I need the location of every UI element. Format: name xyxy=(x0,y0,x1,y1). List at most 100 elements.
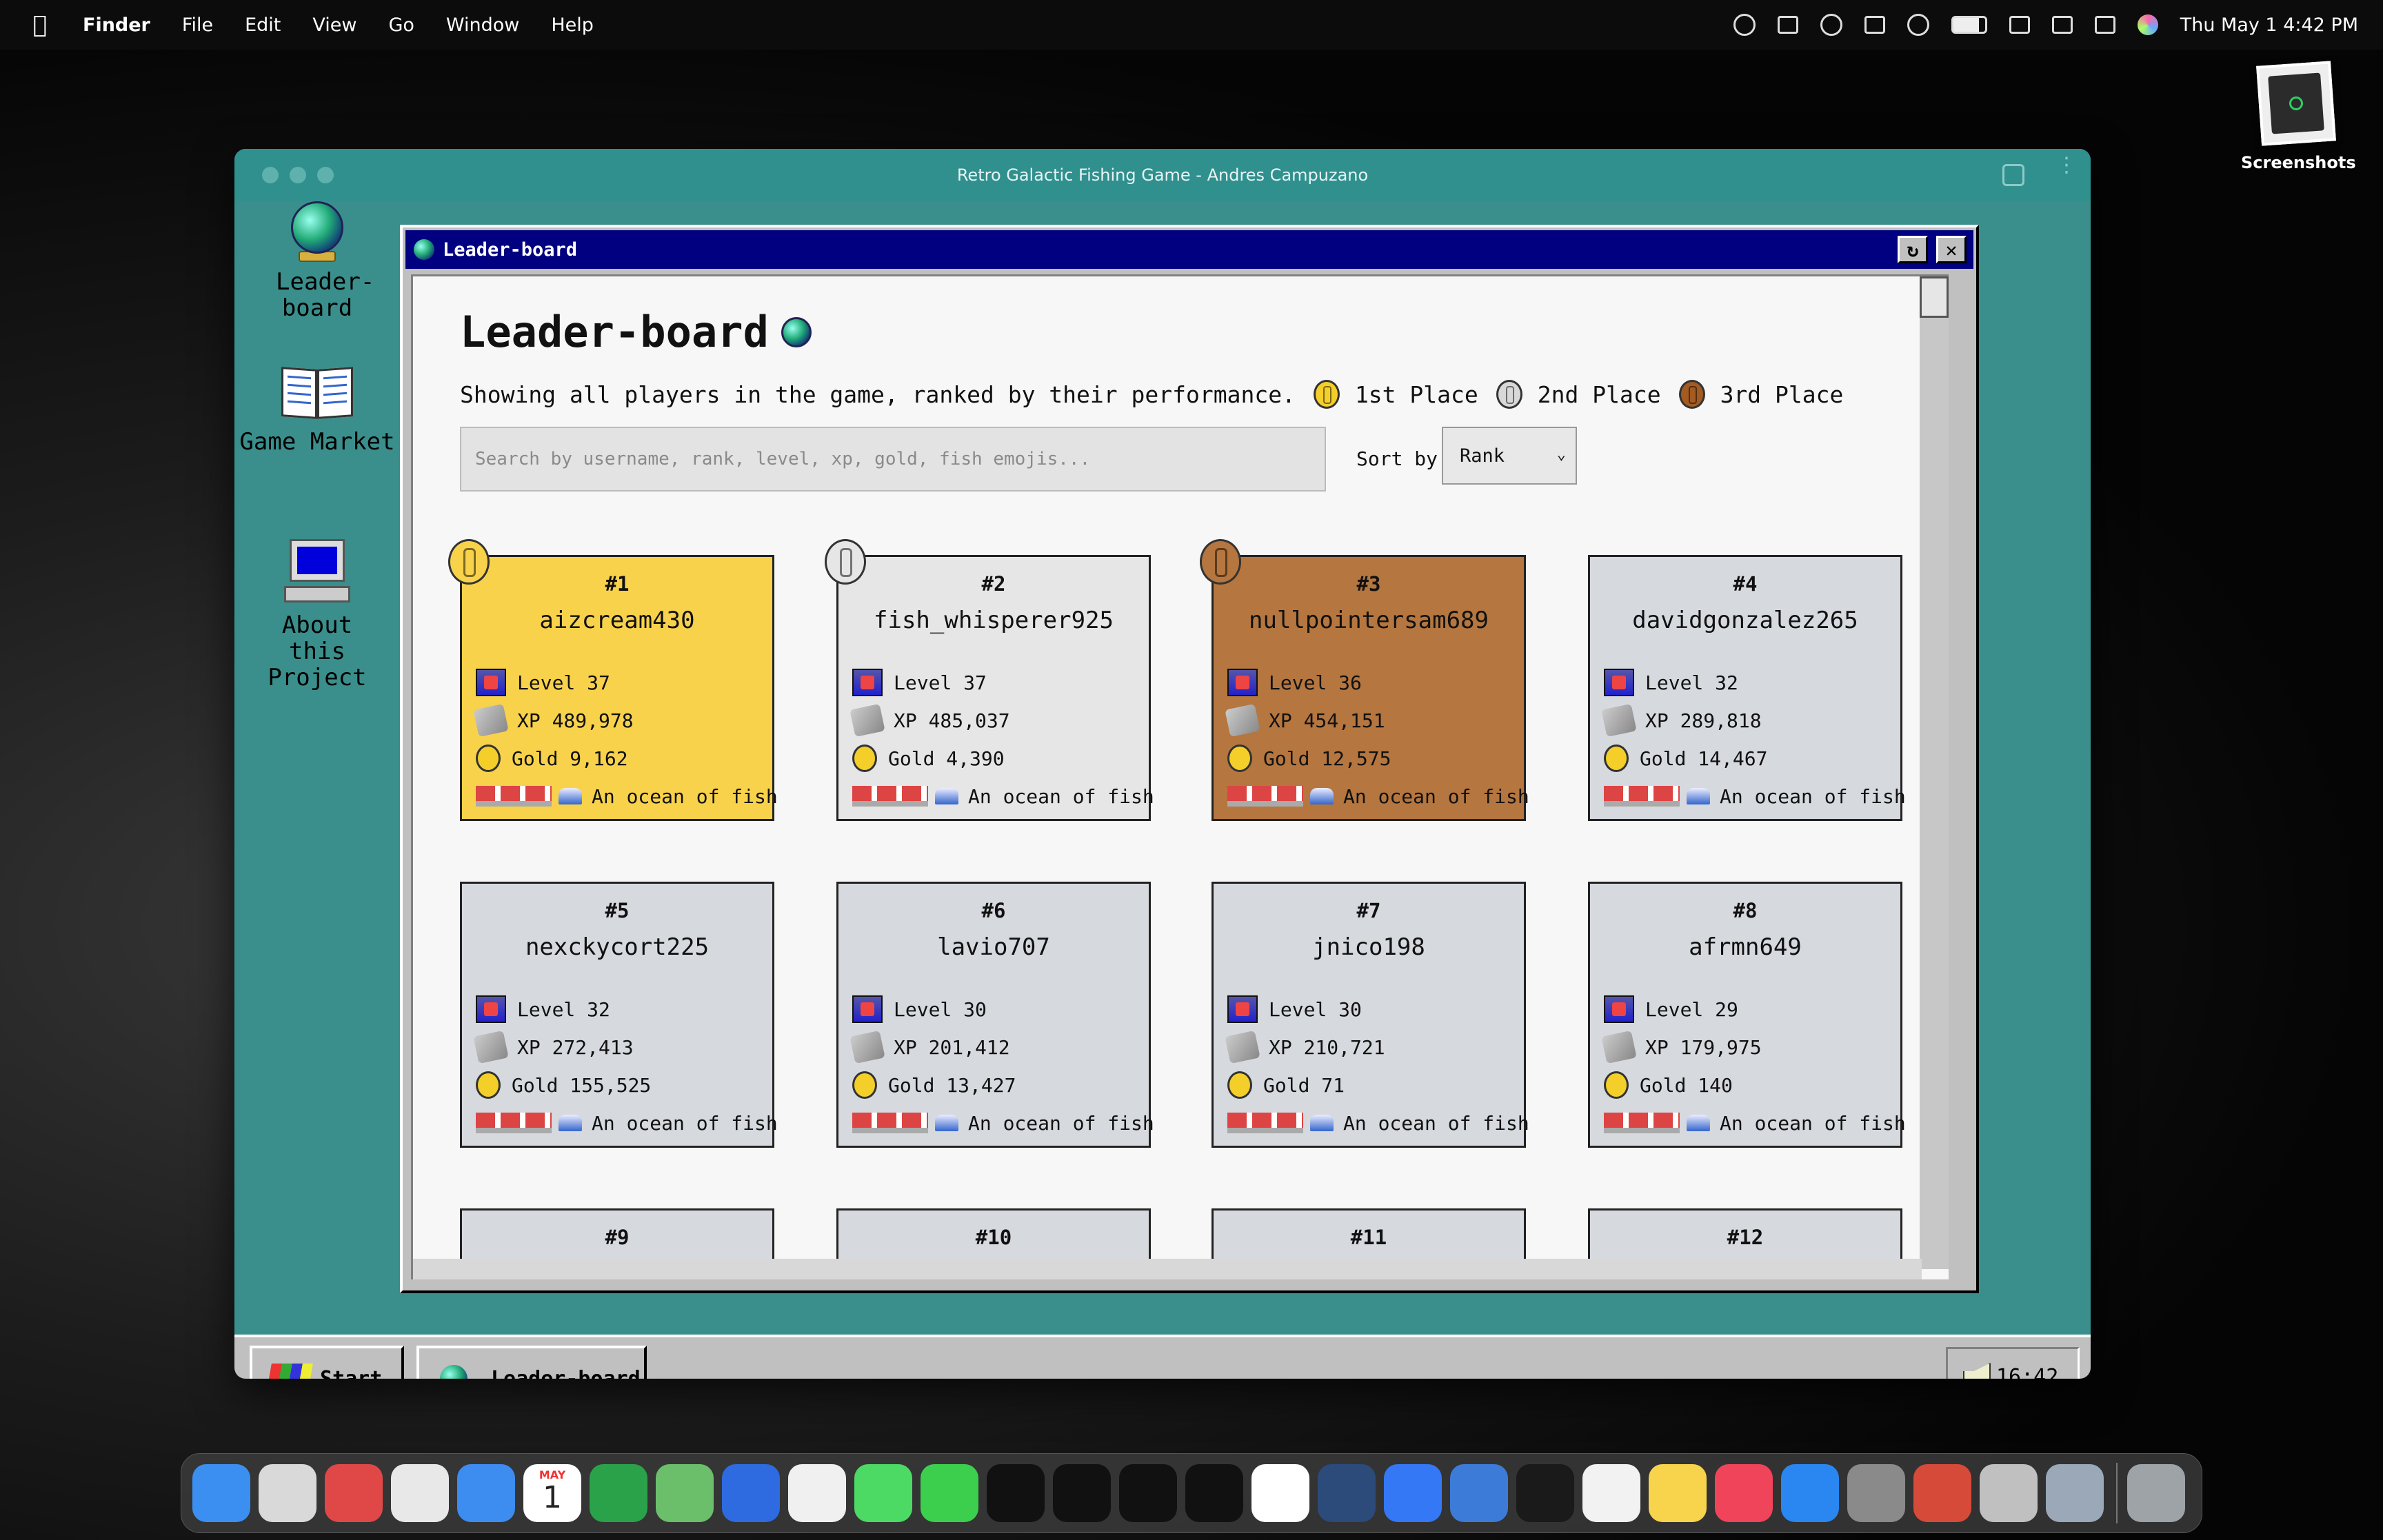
search-input[interactable]: Search by username, rank, level, xp, gol… xyxy=(460,427,1326,492)
accessibility-status-icon[interactable] xyxy=(1733,14,1756,36)
horizontal-scrollbar[interactable] xyxy=(413,1259,1922,1279)
menu-edit[interactable]: Edit xyxy=(245,14,281,36)
play-status-icon[interactable] xyxy=(1907,14,1929,36)
menu-view[interactable]: View xyxy=(312,14,356,36)
more-options-icon[interactable]: ⋮ xyxy=(2056,155,2077,176)
player-xp-row: XP 201,412 xyxy=(849,1030,1010,1064)
dock-1password-icon[interactable] xyxy=(722,1464,780,1522)
dock-photos-icon[interactable] xyxy=(788,1464,846,1522)
cube-status-icon[interactable] xyxy=(1864,16,1885,34)
fishing-boats-icon xyxy=(476,786,552,807)
sort-value: Rank xyxy=(1460,445,1505,467)
menu-help[interactable]: Help xyxy=(551,14,594,36)
dock-trash-icon[interactable] xyxy=(2127,1464,2185,1522)
desktop-icon-about[interactable]: About this Project xyxy=(234,539,400,691)
display-mirror-icon[interactable] xyxy=(2051,16,2073,34)
wave-icon xyxy=(1687,1115,1710,1131)
taskbar-item-leaderboard[interactable]: Leader-board xyxy=(416,1346,647,1379)
player-xp-row: XP 179,975 xyxy=(1601,1030,1762,1064)
desktop-screenshots-folder[interactable]: Screenshots xyxy=(2241,61,2356,172)
menu-app-finder[interactable]: Finder xyxy=(83,14,150,36)
dock-music-icon[interactable] xyxy=(1715,1464,1773,1522)
player-card[interactable]: #7 jnico198 Level 30 XP 210,721 Gold 71 A… xyxy=(1211,882,1529,1148)
player-card[interactable]: #4 davidgonzalez265 Level 32 XP 289,818 G… xyxy=(1588,555,1906,821)
leaderboard-titlebar[interactable]: Leader-board ↻ ✕ xyxy=(405,230,1973,269)
dock-calendar-icon[interactable]: MAY 1 xyxy=(523,1464,581,1522)
dock-windows-app-icon[interactable] xyxy=(1980,1464,2038,1522)
dock-cube-app-icon[interactable] xyxy=(1516,1464,1574,1522)
menu-file[interactable]: File xyxy=(182,14,213,36)
level-icon xyxy=(852,995,883,1023)
dock-facetime-icon[interactable] xyxy=(921,1464,978,1522)
fishing-boats-icon xyxy=(1227,1113,1303,1133)
player-xp-row: XP 489,978 xyxy=(473,703,634,738)
player-rank: #6 xyxy=(981,899,1006,922)
dock-app-store-icon[interactable] xyxy=(1781,1464,1839,1522)
dock-goland-icon[interactable] xyxy=(1053,1464,1111,1522)
menubar-clock[interactable]: Thu May 1 4:42 PM xyxy=(2180,14,2358,36)
leaderboard-window-title: Leader-board xyxy=(443,239,578,261)
refresh-button[interactable]: ↻ xyxy=(1898,236,1928,263)
presenter-status-icon[interactable] xyxy=(1777,16,1798,34)
dock-system-settings-icon[interactable] xyxy=(1847,1464,1905,1522)
player-xp-row: XP 272,413 xyxy=(473,1030,634,1064)
player-gold-row: Gold 12,575 xyxy=(1227,744,1391,772)
dock-altair-icon[interactable] xyxy=(325,1464,383,1522)
menu-go[interactable]: Go xyxy=(388,14,414,36)
dock-maps-icon[interactable] xyxy=(656,1464,714,1522)
player-card[interactable]: #3 nullpointersam689 Level 36 XP 454,151 … xyxy=(1200,539,1529,821)
fishing-boats-icon xyxy=(1604,1113,1680,1133)
player-username: aizcream430 xyxy=(539,607,695,634)
dock-facetime-meet-icon[interactable] xyxy=(590,1464,647,1522)
player-xp: XP 272,413 xyxy=(517,1035,634,1059)
dock-preview-ruler-icon[interactable] xyxy=(1913,1464,1971,1522)
dock-xcode-icon[interactable] xyxy=(1450,1464,1508,1522)
player-xp-row: XP 210,721 xyxy=(1225,1030,1385,1064)
dock-pycharm-icon[interactable] xyxy=(1185,1464,1243,1522)
player-fish: An ocean of fish xyxy=(592,1111,778,1135)
dock-xcode-instruments-icon[interactable] xyxy=(1384,1464,1442,1522)
dock-notes-dark-icon[interactable] xyxy=(1318,1464,1376,1522)
sort-select[interactable]: Rank ⌄ xyxy=(1442,427,1577,485)
dock-notes-icon[interactable] xyxy=(1649,1464,1707,1522)
desktop-icon-game-market[interactable]: Game Market xyxy=(234,364,400,455)
start-button[interactable]: Start xyxy=(250,1346,404,1379)
player-card[interactable]: #1 aizcream430 Level 37 XP 489,978 Gold 9… xyxy=(448,539,778,821)
player-fish: An ocean of fish xyxy=(1343,784,1529,808)
close-button[interactable]: ✕ xyxy=(1936,236,1967,263)
menu-bar:  Finder File Edit View Go Window Help T… xyxy=(0,0,2383,50)
battery-icon[interactable] xyxy=(1951,16,1987,34)
volume-icon[interactable] xyxy=(2009,16,2030,34)
player-card[interactable]: #5 nexckycort225 Level 32 XP 272,413 Gold… xyxy=(460,882,778,1148)
player-card[interactable]: #6 lavio707 Level 30 XP 201,412 Gold 13,4… xyxy=(836,882,1154,1148)
dock-chrome-icon[interactable] xyxy=(391,1464,449,1522)
control-center-icon[interactable] xyxy=(2094,16,2115,34)
scrollbar-thumb[interactable] xyxy=(1920,276,1949,318)
player-level-row: Level 30 xyxy=(1227,995,1362,1023)
level-icon xyxy=(1604,995,1634,1023)
check-circle-status-icon[interactable] xyxy=(1820,14,1842,36)
dock-webstorm-icon[interactable] xyxy=(987,1464,1045,1522)
dock-reminders-icon[interactable] xyxy=(1582,1464,1640,1522)
level-icon xyxy=(852,669,883,696)
player-card[interactable]: #2 fish_whisperer925 Level 37 XP 485,037 … xyxy=(825,539,1154,821)
vertical-scrollbar[interactable] xyxy=(1920,276,1949,1269)
dock-retro-window-icon[interactable] xyxy=(2046,1464,2104,1522)
dock-messages-icon[interactable] xyxy=(854,1464,912,1522)
player-gold: Gold 9,162 xyxy=(512,747,628,770)
desktop-icon-leaderboard[interactable]: Leader-board xyxy=(234,201,400,321)
menu-window[interactable]: Window xyxy=(446,14,519,36)
wave-icon xyxy=(559,788,582,804)
dock-datagrip-icon[interactable] xyxy=(1119,1464,1177,1522)
speaker-icon[interactable] xyxy=(1963,1363,1991,1379)
siri-icon[interactable] xyxy=(2137,14,2158,35)
player-card[interactable]: #8 afrmn649 Level 29 XP 179,975 Gold 140 … xyxy=(1588,882,1906,1148)
dock-mail-icon[interactable] xyxy=(457,1464,515,1522)
extensions-icon[interactable] xyxy=(2002,164,2024,186)
player-fish: An ocean of fish xyxy=(592,784,778,808)
dock-launchpad-icon[interactable] xyxy=(259,1464,316,1522)
apple-menu-icon[interactable]:  xyxy=(25,10,55,40)
player-rank: #9 xyxy=(605,1226,630,1249)
dock-finder-icon[interactable] xyxy=(192,1464,250,1522)
dock-slack-icon[interactable] xyxy=(1251,1464,1309,1522)
